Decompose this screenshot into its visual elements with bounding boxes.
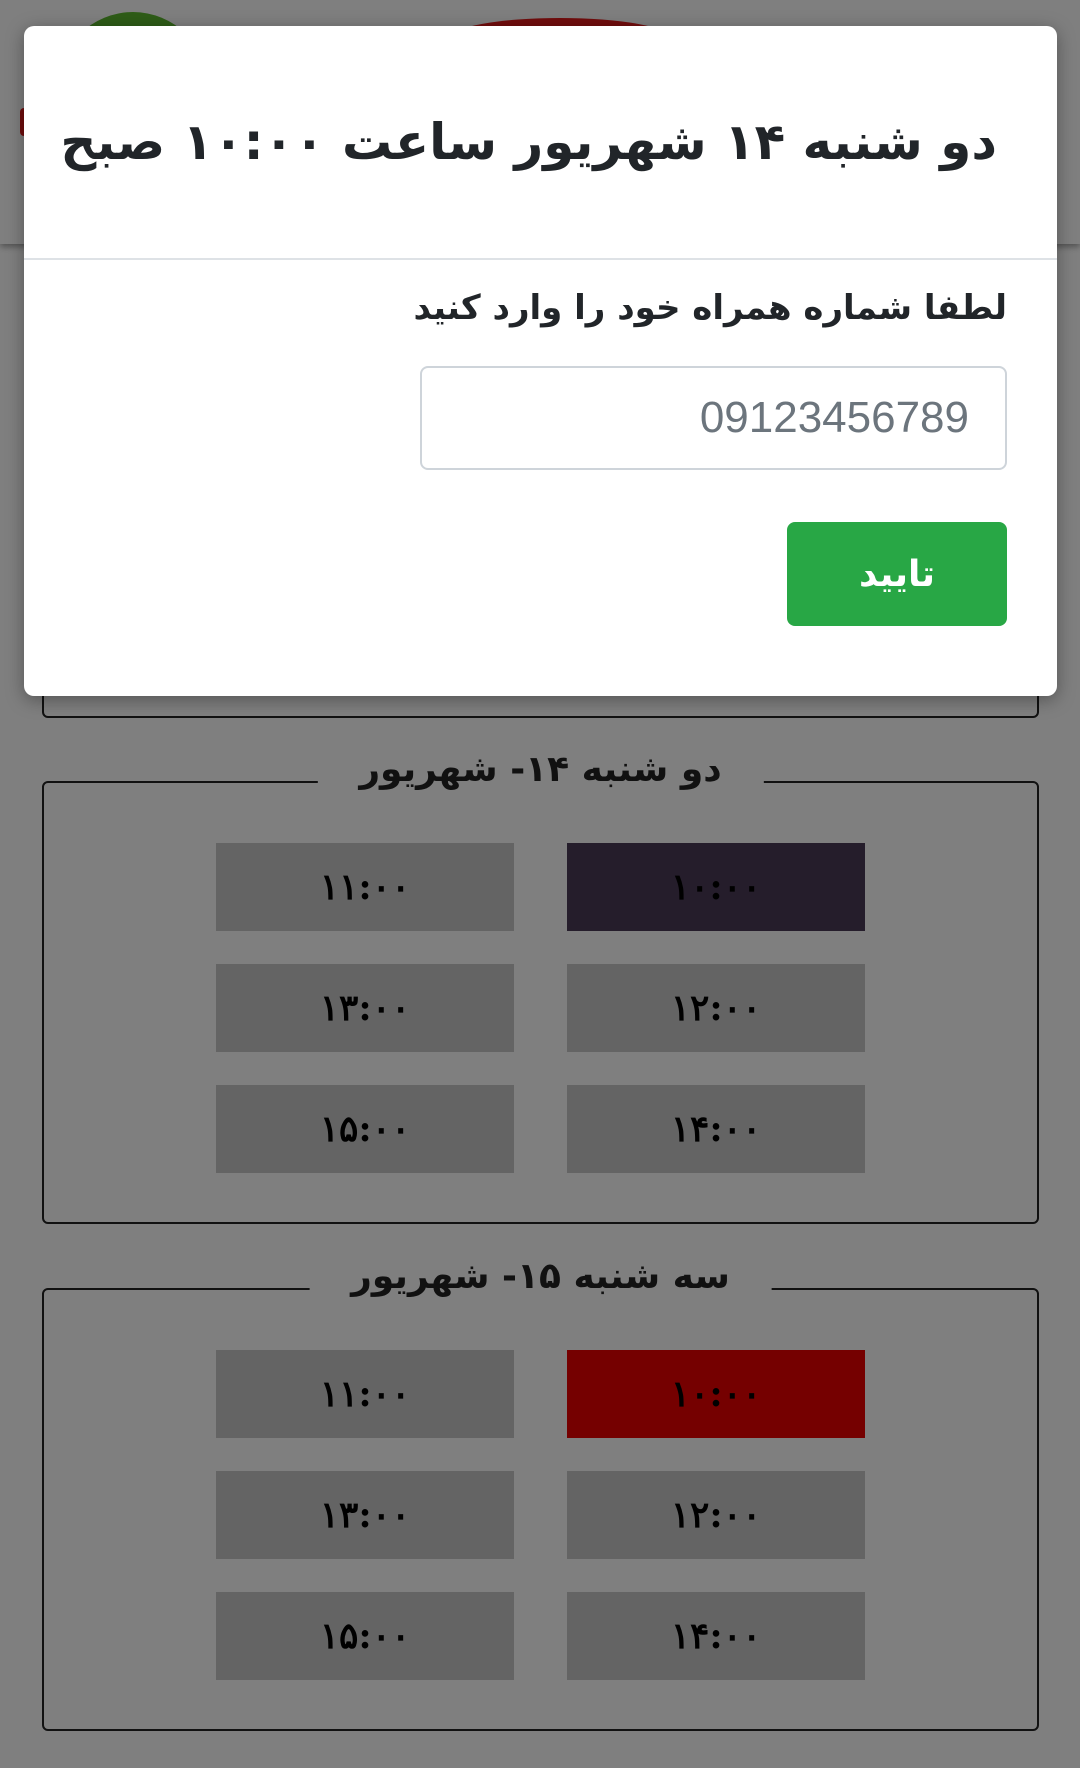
confirm-button[interactable]: تایید: [787, 522, 1007, 626]
phone-modal: دو شنبه ۱۴ شهریور ساعت ۱۰:۰۰ صبح لطفا شم…: [24, 26, 1057, 696]
modal-body: لطفا شماره همراه خود را وارد کنید تایید: [24, 260, 1057, 694]
phone-input[interactable]: [420, 366, 1007, 470]
phone-prompt: لطفا شماره همراه خود را وارد کنید: [413, 288, 1007, 328]
modal-header: دو شنبه ۱۴ شهریور ساعت ۱۰:۰۰ صبح: [24, 26, 1057, 260]
modal-title: دو شنبه ۱۴ شهریور ساعت ۱۰:۰۰ صبح: [60, 113, 997, 171]
booking-page: دو شنبه ۱۴- شهریور ۱۱:۰۰ ۱۰:۰۰ ۱۳:۰۰ ۱۲:…: [0, 0, 1080, 1768]
